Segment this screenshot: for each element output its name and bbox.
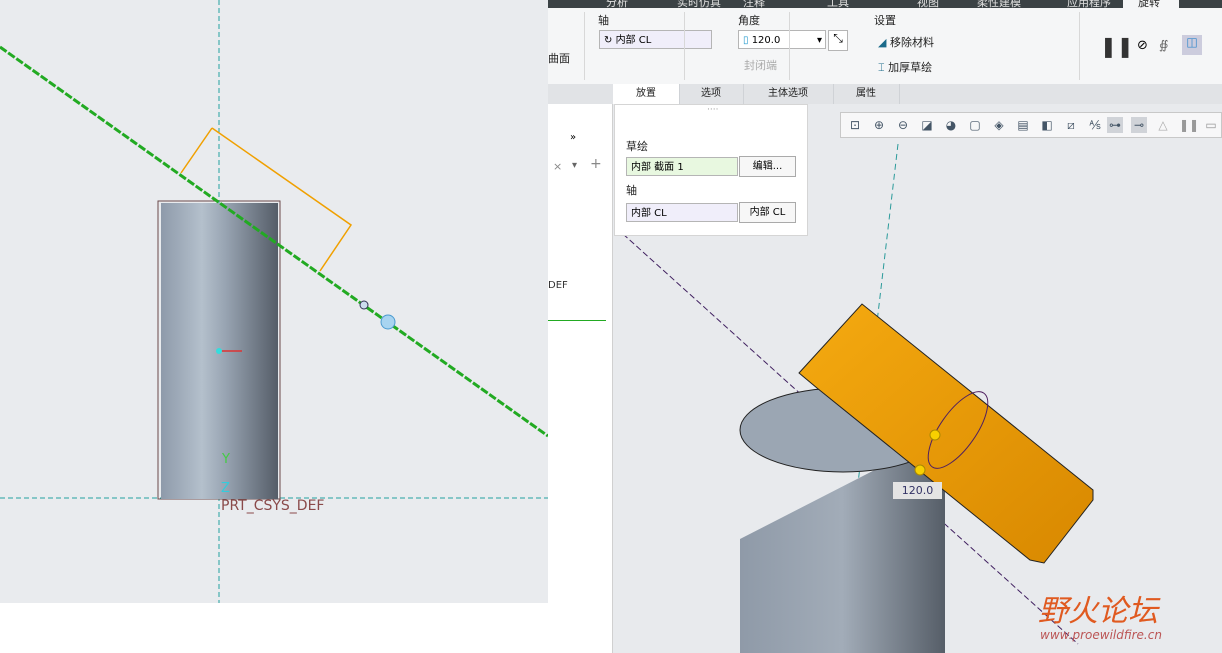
view-manager-icon[interactable]: ◈ xyxy=(991,117,1007,133)
axis-button[interactable]: 内部 CL xyxy=(739,202,796,223)
y-axis-label: Y xyxy=(222,452,230,467)
section-icon[interactable]: ◧ xyxy=(1039,117,1055,133)
display-style-icon[interactable]: ◕ xyxy=(943,117,959,133)
sub-tabs: 放置 选项 主体选项 属性 xyxy=(548,84,1222,104)
csys-label: PRT_CSYS_DEF xyxy=(221,498,325,514)
tab-placement[interactable]: 放置 xyxy=(613,84,680,104)
menu-bar: 分析 实时仿真 注释 工具 视图 柔性建模 应用程序 旋转 xyxy=(548,0,1222,9)
annotation-icon[interactable]: ⅍ xyxy=(1087,117,1103,133)
axis-icon: ↻ xyxy=(604,35,616,46)
drag-handle xyxy=(929,429,941,441)
angle-dimension[interactable]: 120.0 xyxy=(893,482,942,499)
model-tree-panel: » × ▾ + DEF xyxy=(548,104,613,653)
dropdown-icon[interactable]: ▾ xyxy=(817,31,825,50)
appearance-icon[interactable]: △ xyxy=(1155,117,1171,133)
more-tools-icon[interactable]: ▭ xyxy=(1203,117,1219,133)
surface-label[interactable]: 曲面 xyxy=(548,50,570,66)
pause-button[interactable]: ❚❚ xyxy=(1100,34,1134,58)
angle-input[interactable]: ▯ 120.0 ▾ xyxy=(738,30,826,49)
more-icon[interactable]: » xyxy=(570,132,576,143)
tab-revolve[interactable]: 旋转 xyxy=(1138,0,1160,9)
orient-icon[interactable]: ⊸ xyxy=(1131,117,1147,133)
tab-annotate[interactable]: 注释 xyxy=(743,0,765,9)
z-axis-label: Z xyxy=(221,481,230,496)
tab-properties[interactable]: 属性 xyxy=(833,84,900,104)
verify-button[interactable]: ∯ xyxy=(1159,38,1168,52)
csys-label-partial: DEF xyxy=(548,280,568,291)
drag-handle xyxy=(914,464,926,476)
angle-value: 120.0 xyxy=(751,35,781,46)
angle-group-label: 角度 xyxy=(738,14,760,27)
thicken-sketch-label: 加厚草绘 xyxy=(888,61,933,74)
remove-material-icon: ◢ xyxy=(878,36,890,49)
axis-handle xyxy=(359,300,369,310)
refit-icon[interactable]: ⊡ xyxy=(847,117,863,133)
drag-grip-icon[interactable]: ···· xyxy=(707,105,718,115)
pause-icon[interactable]: ❚❚ xyxy=(1179,117,1199,133)
tab-tools[interactable]: 工具 xyxy=(827,0,849,9)
spin-center-icon[interactable]: ⊶ xyxy=(1107,117,1123,133)
tab-applications[interactable]: 应用程序 xyxy=(1067,0,1111,9)
graphics-toolbar: ⊡ ⊕ ⊖ ◪ ◕ ▢ ◈ ▤ ◧ ⧄ ⅍ ⊶ ⊸ △ ❚❚ ▭ xyxy=(840,112,1222,138)
sketch-profile-edge xyxy=(180,127,213,174)
thicken-sketch-button[interactable]: ⌶ 加厚草绘 xyxy=(878,59,932,75)
axis-collector-value: 内部 CL xyxy=(615,35,652,46)
axis-field[interactable]: 内部 CL xyxy=(626,203,738,222)
sketch-viewport[interactable]: Y Z PRT_CSYS_DEF xyxy=(0,0,548,603)
watermark-url: www.proewildfire.cn xyxy=(1040,628,1162,642)
ribbon: 曲面 轴 ↻ 内部 CL 角度 ▯ 120.0 ▾ ⤡ 封闭端 设置 ◢ 移除材料… xyxy=(548,8,1222,85)
sketch-collector[interactable]: 内部 截面 1 xyxy=(626,157,738,176)
feature-preview-button[interactable]: ◫ xyxy=(1182,35,1202,55)
tab-view[interactable]: 视图 xyxy=(917,0,939,9)
axis-group-label: 轴 xyxy=(598,14,609,27)
drag-handle xyxy=(380,314,396,330)
no-preview-button[interactable]: ⊘ xyxy=(1137,38,1148,53)
axis-line-partial xyxy=(548,320,606,321)
repaint-icon[interactable]: ◪ xyxy=(919,117,935,133)
remove-material-button[interactable]: ◢ 移除材料 xyxy=(878,34,934,50)
watermark-logo: 野火论坛 xyxy=(1038,594,1158,629)
zoom-out-icon[interactable]: ⊖ xyxy=(895,117,911,133)
saved-views-icon[interactable]: ▢ xyxy=(967,117,983,133)
placement-panel: ···· 草绘 内部 截面 1 编辑... 轴 内部 CL 内部 CL xyxy=(614,104,808,236)
edit-button[interactable]: 编辑... xyxy=(739,156,796,177)
tab-options[interactable]: 选项 xyxy=(679,84,744,104)
zoom-in-icon[interactable]: ⊕ xyxy=(871,117,887,133)
tab-analysis[interactable]: 分析 xyxy=(606,0,628,9)
sketch-label: 草绘 xyxy=(626,140,648,153)
cap-ends-option[interactable]: 封闭端 xyxy=(744,57,777,73)
perspective-icon[interactable]: ▤ xyxy=(1015,117,1031,133)
add-icon[interactable]: + xyxy=(590,156,602,172)
settings-group-label: 设置 xyxy=(874,14,896,27)
remove-material-label: 移除材料 xyxy=(889,36,934,49)
dropdown-icon[interactable]: ▾ xyxy=(572,160,577,171)
csys-origin xyxy=(216,348,222,354)
datum-display-icon[interactable]: ⧄ xyxy=(1063,117,1079,133)
tab-live-simulation[interactable]: 实时仿真 xyxy=(677,0,721,9)
thicken-icon: ⌶ xyxy=(878,61,889,74)
axis-label: 轴 xyxy=(626,184,637,197)
tab-body-options[interactable]: 主体选项 xyxy=(743,84,834,104)
close-icon[interactable]: × xyxy=(553,160,562,173)
flip-direction-button[interactable]: ⤡ xyxy=(828,30,848,51)
axis-collector[interactable]: ↻ 内部 CL xyxy=(599,30,712,49)
blank-area xyxy=(0,603,548,653)
tab-flexible-modeling[interactable]: 柔性建模 xyxy=(977,0,1021,9)
angle-type-icon: ▯ xyxy=(743,35,752,46)
